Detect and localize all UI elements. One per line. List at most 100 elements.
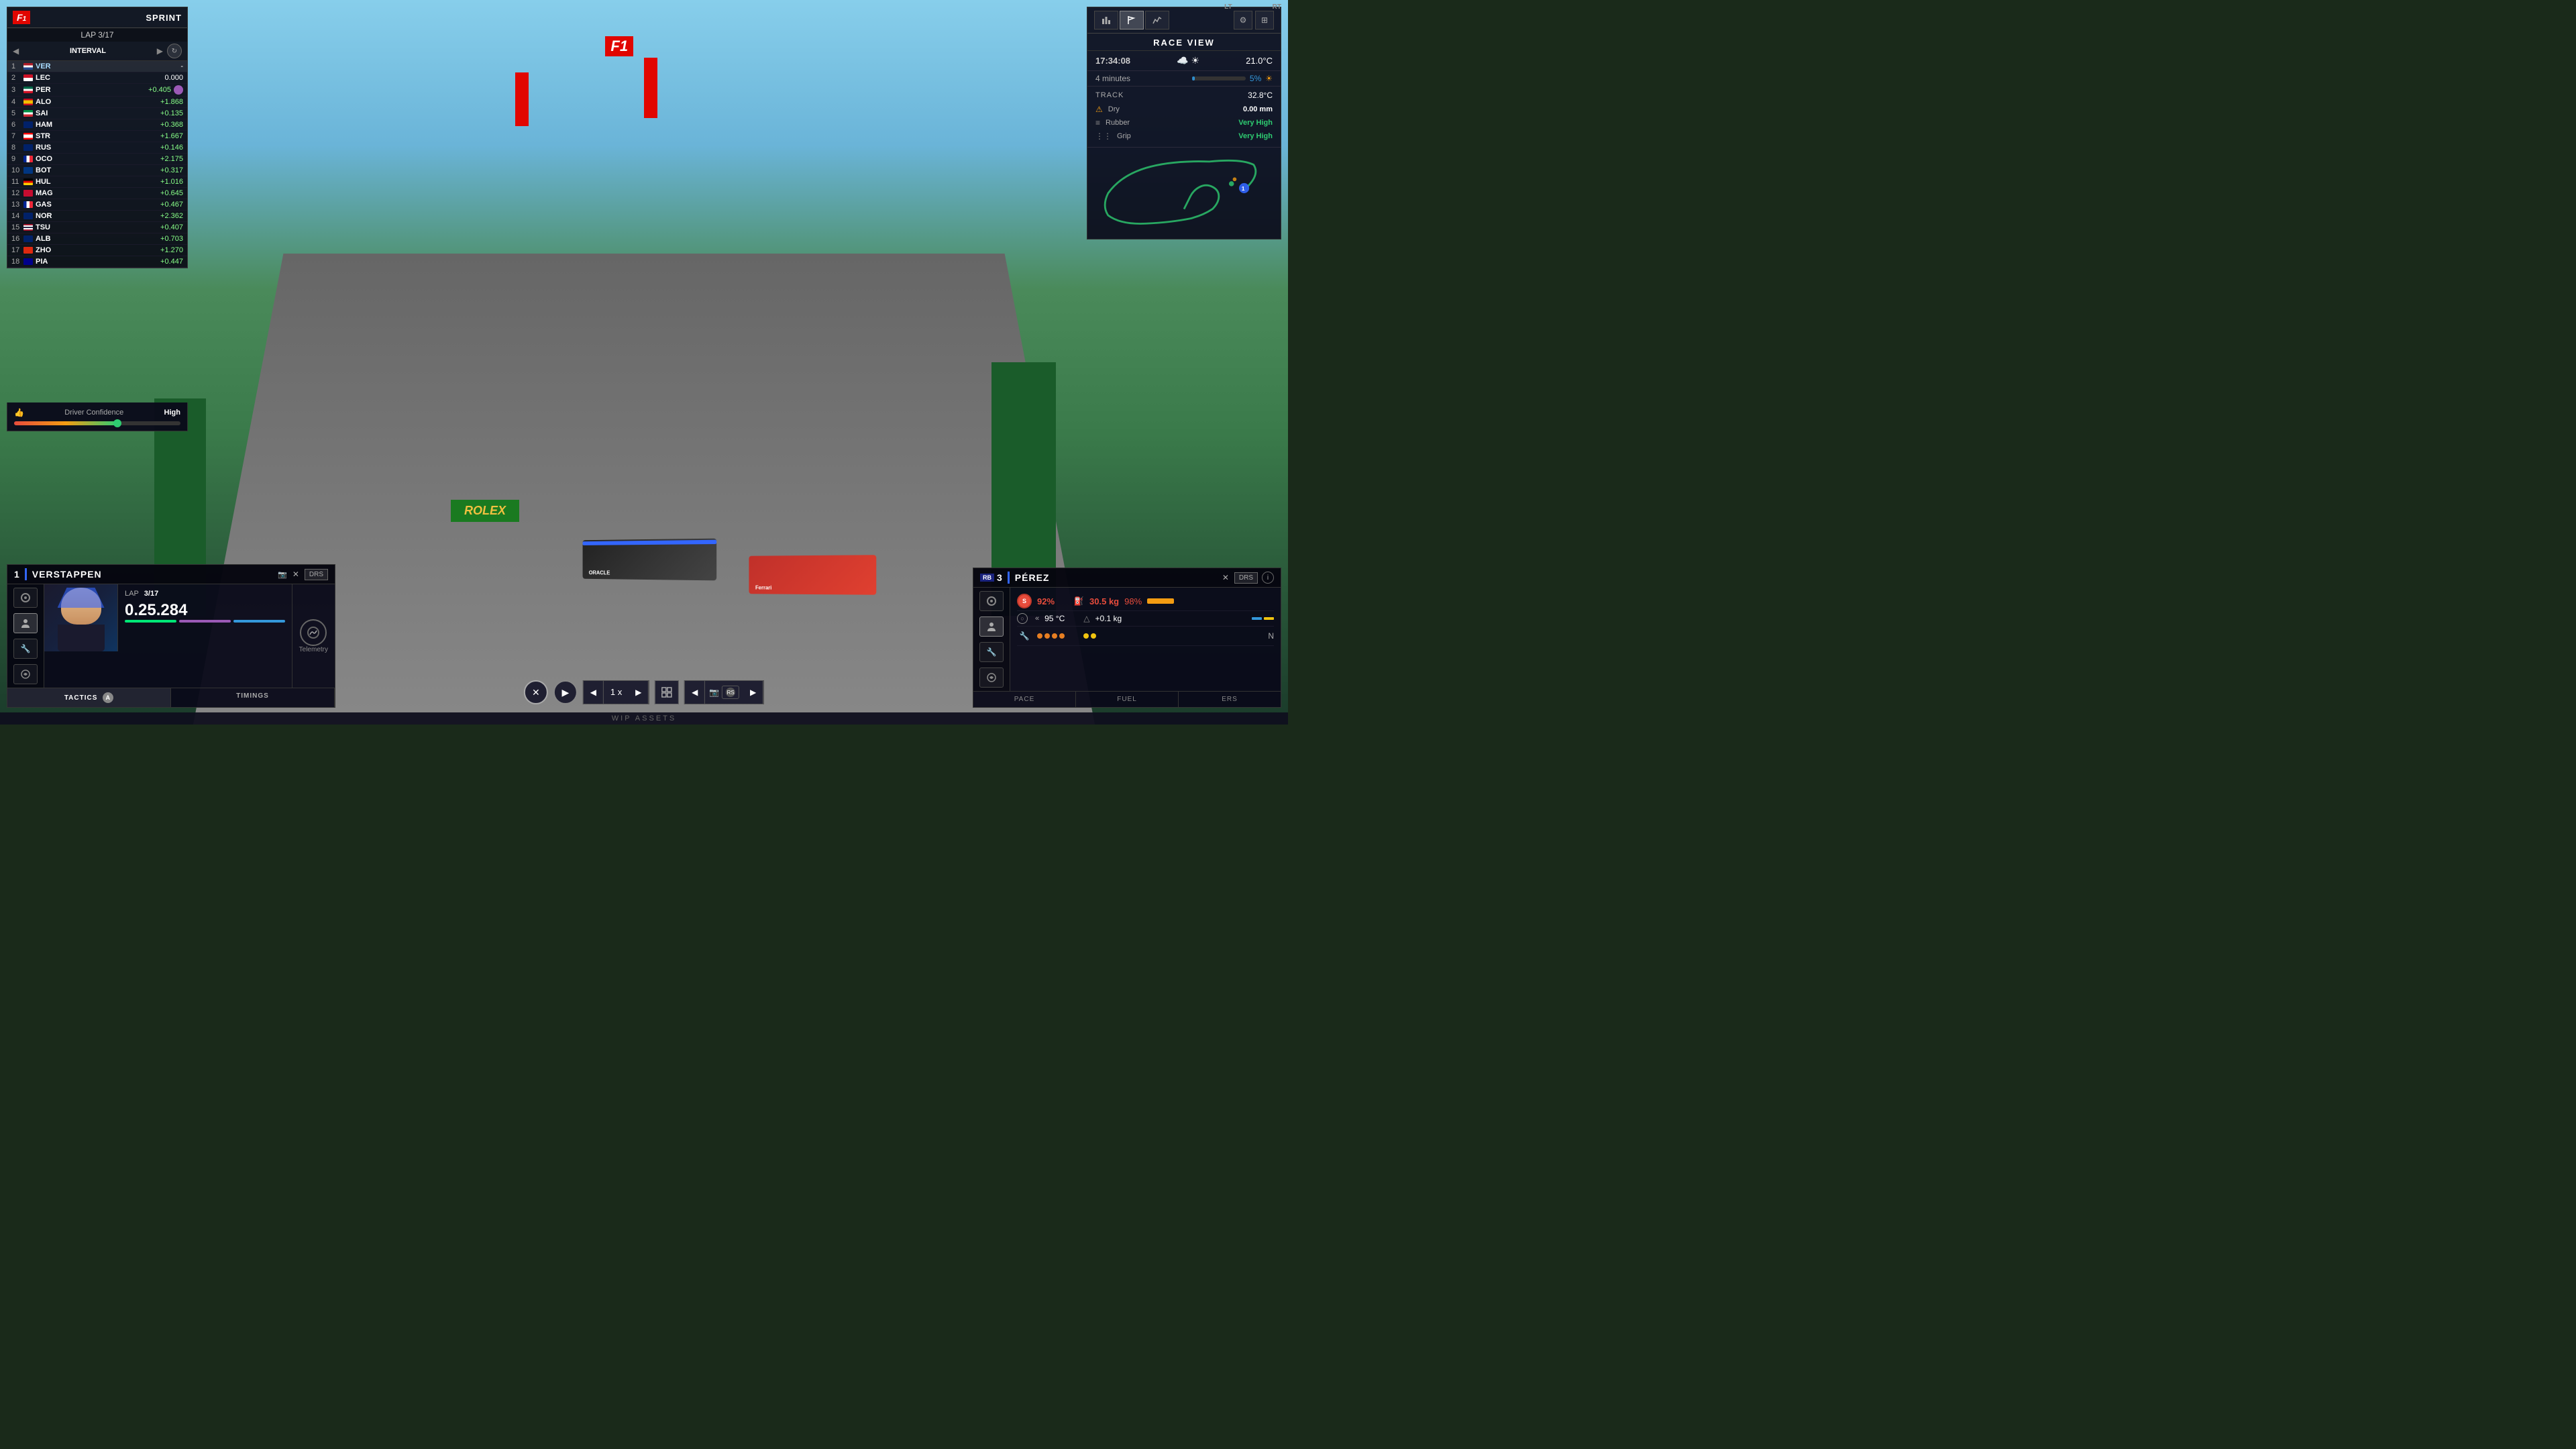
ver-sector-bars (125, 620, 285, 623)
driver-row[interactable]: 7 STR +1.667 (7, 131, 187, 142)
settings-button[interactable]: ⚙ (1234, 11, 1252, 30)
driver-row[interactable]: 4 ALO +1.868 (7, 97, 187, 108)
driver-gap: +1.667 (160, 132, 183, 140)
driver-row[interactable]: 18 PIA +0.447 (7, 256, 187, 268)
rs-badge: RS (722, 686, 739, 699)
red-banner-1 (515, 72, 529, 126)
interval-next[interactable]: ▶ (157, 46, 163, 56)
per-sidebar-wrench[interactable]: 🔧 (979, 642, 1004, 662)
driver-row[interactable]: 9 OCO +2.175 (7, 154, 187, 165)
driver-flag (23, 213, 33, 219)
driver-position: 1 (11, 62, 23, 70)
driver-row[interactable]: 13 GAS +0.467 (7, 199, 187, 211)
driver-position: 6 (11, 121, 23, 129)
tab-flag-view[interactable] (1120, 11, 1144, 30)
driver-code: GAS (36, 201, 59, 209)
refresh-button[interactable]: ↻ (167, 44, 182, 58)
ers-label: ERS (1184, 696, 1275, 703)
confidence-handle (113, 419, 121, 427)
driver-code: VER (36, 62, 59, 70)
tab-bar-chart[interactable] (1094, 11, 1118, 30)
per-footer: PACE FUEL ERS (973, 691, 1281, 707)
ver-body: 🔧 LAP 3/17 0.25.284 (7, 584, 335, 688)
per-sidebar-driver[interactable] (979, 616, 1004, 637)
camera-controls: ◀ 📷 RS ▶ (684, 680, 764, 704)
driver-row[interactable]: 12 MAG +0.645 (7, 188, 187, 199)
speed-right[interactable]: ▶ (629, 681, 649, 704)
sidebar-driver-icon[interactable] (13, 613, 38, 633)
per-engine-temp: 95 °C (1044, 614, 1065, 623)
footer-pace[interactable]: PACE (973, 692, 1076, 707)
driver-row[interactable]: 5 SAI +0.135 (7, 108, 187, 119)
track-map-svg: 1 (1095, 153, 1273, 233)
camera-icon[interactable]: 📷 (278, 570, 287, 579)
rubber-label: Rubber (1106, 119, 1233, 127)
wip-label: WIP ASSETS (612, 714, 676, 722)
speed-left[interactable]: ◀ (584, 681, 604, 704)
track-label: TRACK (1095, 91, 1124, 99)
driver-row[interactable]: 1 VER - (7, 61, 187, 72)
driver-row[interactable]: 3 PER +0.405 (7, 84, 187, 97)
per-position: 3 (997, 572, 1002, 583)
driver-gap: +0.317 (160, 166, 183, 174)
per-sidebar-tyre[interactable] (979, 591, 1004, 611)
sun-icon: ☀ (1265, 74, 1273, 83)
f1-logo: F1 (13, 11, 30, 24)
confidence-section: 👍 Driver Confidence High (7, 402, 188, 431)
driver-gap: +0.703 (160, 235, 183, 243)
camera-next[interactable]: ▶ (743, 681, 763, 704)
camera-prev[interactable]: ◀ (685, 681, 705, 704)
driver-gap: 0.000 (164, 74, 183, 82)
per-engine-row: ○ « 95 °C △ +0.1 kg (1017, 611, 1274, 627)
car-ferrari: Ferrari (749, 555, 876, 594)
rt-label: RT (1273, 3, 1281, 11)
rain-bar-container: 5% ☀ (1192, 74, 1273, 83)
interval-label: INTERVAL (19, 47, 157, 55)
telemetry-section: Telemetry (292, 584, 335, 688)
sidebar-tyre-icon[interactable] (13, 588, 38, 608)
mini-track-map: 1 (1095, 153, 1273, 233)
driver-code: MAG (36, 189, 59, 197)
play-button[interactable]: ▶ (553, 680, 578, 704)
driver-flag (23, 156, 33, 162)
verstappen-panel-header: 1 VERSTAPPEN 📷 ✕ DRS (7, 565, 335, 584)
info-button[interactable]: i (1262, 572, 1274, 584)
grip-label: Grip (1117, 132, 1233, 140)
view-mode-button[interactable] (655, 680, 679, 704)
drs-btn-per[interactable]: DRS (1234, 572, 1258, 584)
tab-line-chart[interactable] (1145, 11, 1169, 30)
driver-row[interactable]: 15 TSU +0.407 (7, 222, 187, 233)
driver-row[interactable]: 14 NOR +2.362 (7, 211, 187, 222)
driver-row[interactable]: 17 ZHO +1.270 (7, 245, 187, 256)
driver-flag (23, 121, 33, 128)
driver-row[interactable]: 2 LEC 0.000 (7, 72, 187, 84)
expand-button[interactable]: ⊞ (1255, 11, 1274, 30)
rubber-value: Very High (1238, 119, 1273, 127)
tab-tactics[interactable]: TACTICS A (7, 688, 171, 707)
close-per-panel[interactable]: ✕ (1222, 573, 1229, 582)
drs-btn-ver[interactable]: DRS (305, 569, 328, 580)
per-sidebar-strategy[interactable] (979, 667, 1004, 688)
wip-bar: WIP ASSETS (0, 712, 1288, 724)
driver-row[interactable]: 6 HAM +0.368 (7, 119, 187, 131)
driver-row[interactable]: 16 ALB +0.703 (7, 233, 187, 245)
driver-row[interactable]: 11 HUL +1.016 (7, 176, 187, 188)
footer-fuel[interactable]: FUEL (1076, 692, 1179, 707)
sidebar-strategy-icon[interactable] (13, 664, 38, 684)
car-redbull: ORACLE (583, 539, 717, 581)
footer-ers[interactable]: ERS (1179, 692, 1281, 707)
driver-position: 11 (11, 178, 23, 186)
driver-row[interactable]: 8 RUS +0.146 (7, 142, 187, 154)
confidence-label-row: 👍 Driver Confidence High (14, 408, 180, 417)
x-button[interactable]: ✕ (524, 680, 548, 704)
grip-row: ⋮⋮ Grip Very High (1095, 129, 1273, 143)
driver-row[interactable]: 10 BOT +0.317 (7, 165, 187, 176)
per-grid: 🔧 S 92% ⛽ 30.5 kg 98% ○ « 95 °C △ +0. (973, 588, 1281, 691)
rubber-icon: ≡ (1095, 118, 1100, 127)
sidebar-wrench-icon[interactable]: 🔧 (13, 639, 38, 659)
interval-prev[interactable]: ◀ (13, 46, 19, 56)
tab-timings[interactable]: TIMINGS (171, 688, 335, 707)
driver-position: 3 (11, 86, 23, 94)
driver-gap: +0.407 (160, 223, 183, 231)
close-ver-panel[interactable]: ✕ (292, 570, 299, 579)
